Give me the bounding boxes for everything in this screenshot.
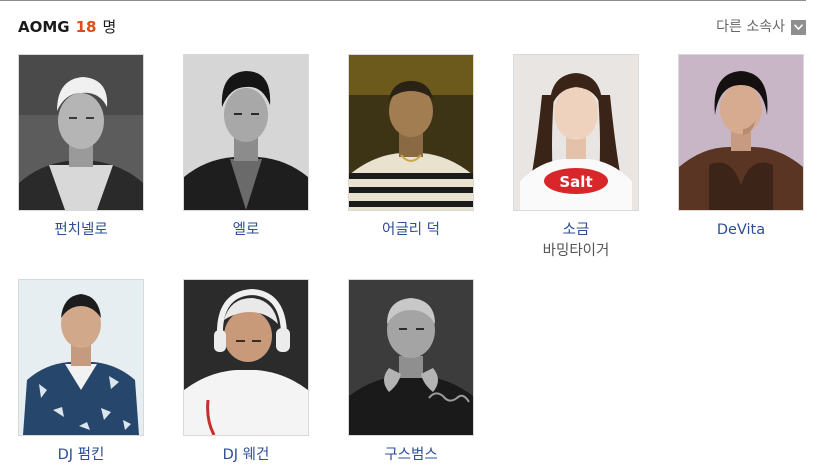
other-agencies-label: 다른 소속사 bbox=[716, 19, 785, 35]
artist-card[interactable]: 어글리 덕 bbox=[348, 54, 474, 240]
artist-name[interactable]: DeVita bbox=[678, 220, 804, 240]
artist-card[interactable]: 펀치넬로 bbox=[18, 54, 144, 240]
artist-card[interactable]: 엘로 bbox=[183, 54, 309, 240]
artist-photo[interactable] bbox=[183, 54, 309, 211]
artist-photo[interactable] bbox=[348, 279, 474, 436]
agency-header: AOMG 18 명 다른 소속사 bbox=[18, 16, 806, 38]
chevron-down-icon bbox=[791, 19, 806, 35]
artist-photo[interactable] bbox=[18, 54, 144, 211]
artist-name[interactable]: DJ 웨건 bbox=[183, 445, 309, 465]
count-unit: 명 bbox=[102, 18, 117, 36]
artist-card[interactable]: DeVita bbox=[678, 54, 804, 240]
artist-group: 바밍타이거 bbox=[542, 243, 610, 259]
artist-name[interactable]: 소금 bbox=[513, 220, 639, 240]
artist-photo[interactable]: Salt bbox=[513, 54, 639, 211]
artist-name[interactable]: 펀치넬로 bbox=[18, 220, 144, 240]
artist-photo[interactable] bbox=[183, 279, 309, 436]
top-divider bbox=[0, 0, 806, 1]
artist-name[interactable]: 어글리 덕 bbox=[348, 220, 474, 240]
artist-card[interactable]: DJ 펌킨 bbox=[18, 279, 144, 465]
agency-summary: AOMG 18 명 bbox=[18, 16, 116, 38]
artist-name[interactable]: 엘로 bbox=[183, 220, 309, 240]
artist-photo[interactable] bbox=[348, 54, 474, 211]
artist-card[interactable]: 구스범스 bbox=[348, 279, 474, 465]
other-agencies-dropdown[interactable]: 다른 소속사 bbox=[716, 16, 806, 38]
artist-photo[interactable] bbox=[18, 279, 144, 436]
agency-name: AOMG bbox=[18, 18, 70, 36]
svg-text:Salt: Salt bbox=[559, 173, 592, 191]
artist-count: 18 bbox=[75, 18, 97, 36]
artist-name[interactable]: 구스범스 bbox=[348, 445, 474, 465]
artist-photo[interactable] bbox=[678, 54, 804, 211]
artist-card[interactable]: Salt 소금 바밍타이거 bbox=[513, 54, 639, 262]
artist-name[interactable]: DJ 펌킨 bbox=[18, 445, 144, 465]
artist-card[interactable]: DJ 웨건 bbox=[183, 279, 309, 465]
